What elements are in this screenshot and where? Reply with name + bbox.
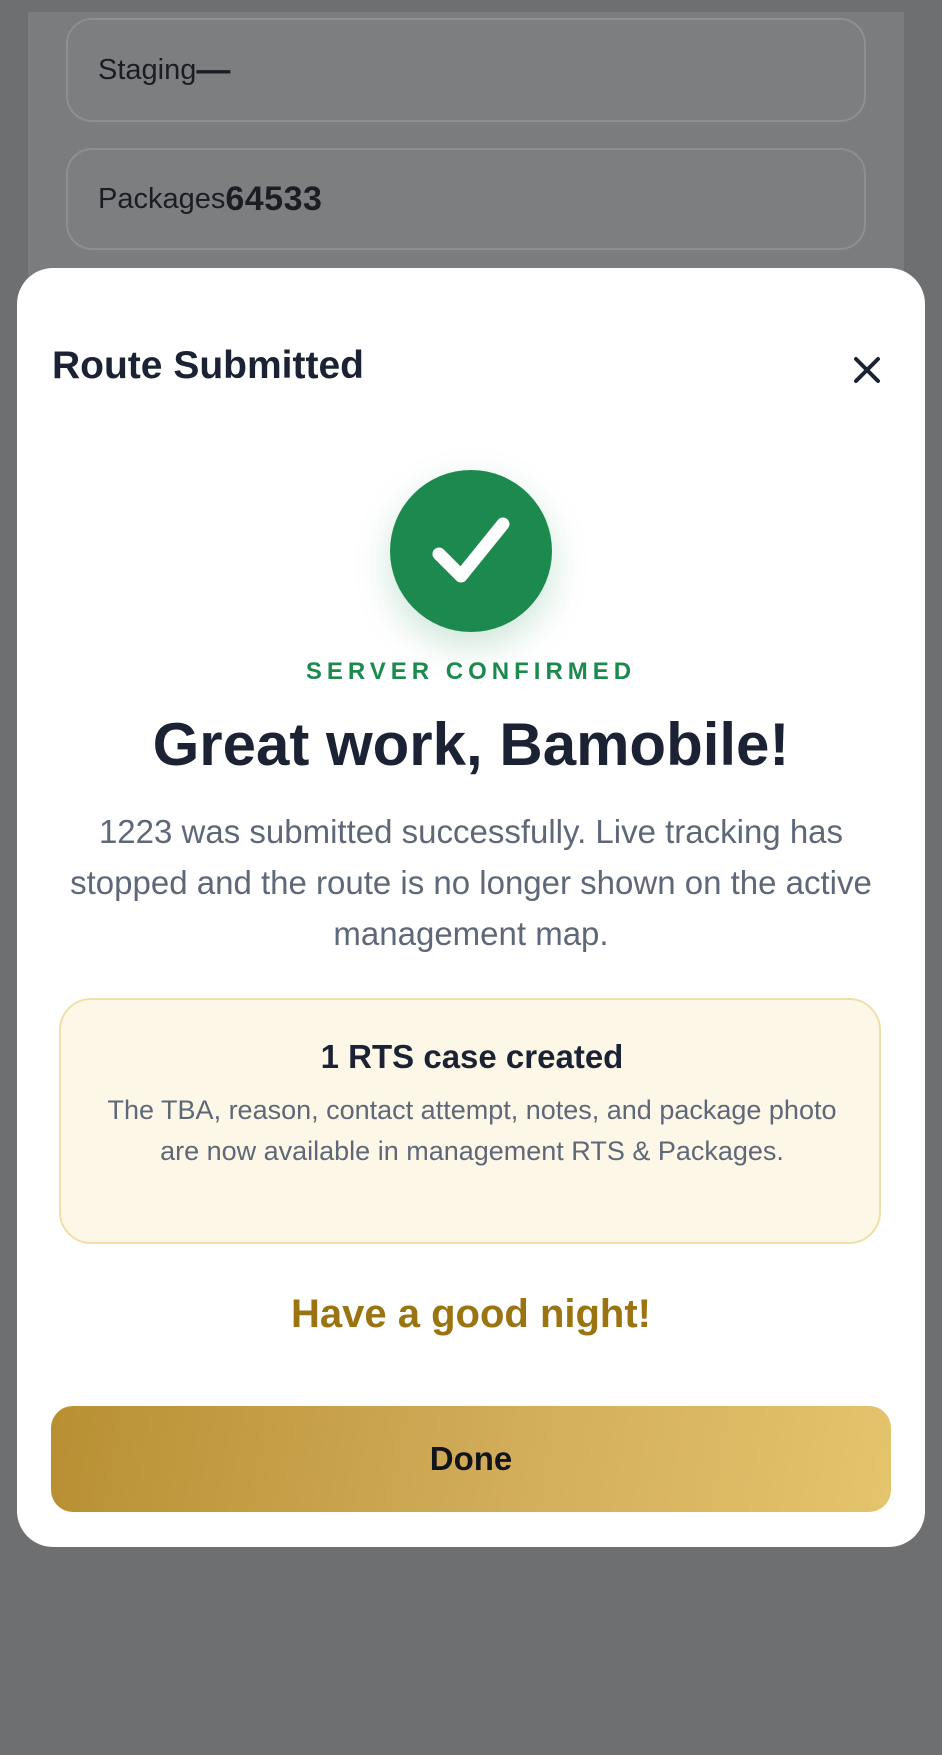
rts-title: 1 RTS case created	[320, 1038, 624, 1075]
server-confirmed-label: SERVER CONFIRMED	[305, 658, 637, 685]
modal-title: Route Submitted	[52, 344, 364, 387]
packages-field: Packages 64533	[66, 148, 866, 250]
close-button[interactable]	[847, 350, 887, 390]
packages-label: Packages	[98, 182, 226, 215]
staging-value: —	[196, 50, 231, 89]
checkmark-icon	[432, 517, 510, 583]
submission-message: 1223 was submitted successfully. Live tr…	[70, 813, 872, 952]
done-button[interactable]: Done	[51, 1406, 891, 1512]
screen: Staging — Packages 64533 Route Submitted…	[0, 0, 942, 1755]
route-submitted-modal: Route Submitted SERVER CONFIRMED Great w…	[17, 268, 925, 1547]
rts-notice: 1 RTS case created The TBA, reason, cont…	[59, 998, 881, 1244]
packages-value: 64533	[225, 179, 323, 218]
success-badge	[390, 470, 552, 632]
close-icon	[854, 357, 880, 383]
farewell-message: Have a good night!	[291, 1292, 651, 1336]
headline: Great work, Bamobile!	[152, 711, 790, 778]
staging-field: Staging —	[66, 18, 866, 122]
rts-description: The TBA, reason, contact attempt, notes,…	[107, 1095, 837, 1166]
staging-label: Staging	[98, 53, 197, 86]
